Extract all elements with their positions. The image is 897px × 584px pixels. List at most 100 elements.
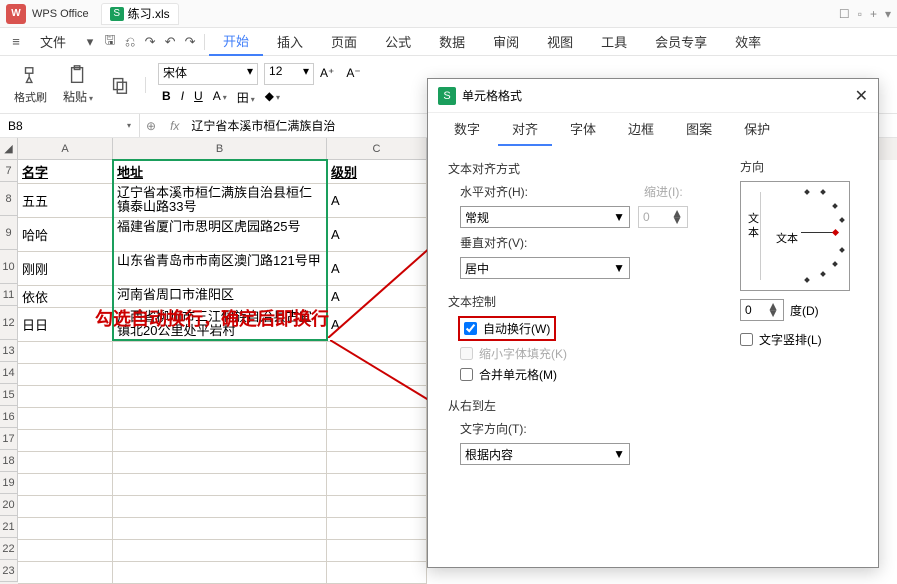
menu-data[interactable]: 数据 (425, 28, 479, 56)
italic-button[interactable]: I (181, 89, 184, 106)
row-header[interactable]: 20 (0, 494, 18, 516)
cell[interactable] (113, 430, 327, 452)
cell[interactable]: 辽宁省本溪市桓仁满族自治县桓仁镇泰山路33号 (113, 184, 327, 218)
cell[interactable] (113, 540, 327, 562)
decrease-font-button[interactable]: A⁻ (340, 63, 366, 85)
format-painter-button[interactable]: 格式刷 (8, 60, 53, 110)
degree-spinner[interactable]: 0▲▼ (740, 299, 784, 321)
tab-menu-icon[interactable]: ☐ (839, 7, 850, 21)
cell[interactable] (113, 342, 327, 364)
cell[interactable] (327, 518, 427, 540)
cell[interactable]: A (327, 218, 427, 252)
tab-more-icon[interactable]: ▾ (885, 7, 891, 21)
tab-dropdown-icon[interactable]: ▫ (858, 7, 862, 21)
bold-button[interactable]: B (162, 89, 171, 106)
col-header-A[interactable]: A (18, 138, 113, 160)
tab-pattern[interactable]: 图案 (672, 113, 726, 146)
row-header[interactable]: 21 (0, 516, 18, 538)
v-align-select[interactable]: 居中▼ (460, 257, 630, 279)
cell[interactable]: A (327, 252, 427, 286)
vertical-text-checkbox[interactable] (740, 333, 753, 346)
direction-preview[interactable]: 文本 文本 (740, 181, 850, 291)
cell[interactable] (18, 562, 113, 584)
menu-toggle-icon[interactable]: ≡ (6, 32, 26, 52)
row-header[interactable]: 16 (0, 406, 18, 428)
col-header-B[interactable]: B (113, 138, 327, 160)
add-tab-icon[interactable]: + (870, 7, 877, 21)
cell[interactable]: 山东省青岛市市南区澳门路121号甲 (113, 252, 327, 286)
tab-font[interactable]: 字体 (556, 113, 610, 146)
tab-number[interactable]: 数字 (440, 113, 494, 146)
cell[interactable]: 哈哈 (18, 218, 113, 252)
cell[interactable] (18, 496, 113, 518)
row-header[interactable]: 22 (0, 538, 18, 560)
cell[interactable] (327, 342, 427, 364)
cell[interactable] (327, 408, 427, 430)
menu-review[interactable]: 审阅 (479, 28, 533, 56)
size-select[interactable]: 12 ▾ (264, 63, 314, 85)
forward-icon[interactable]: ↷ (140, 32, 160, 52)
menu-page[interactable]: 页面 (317, 28, 371, 56)
increase-font-button[interactable]: A⁺ (314, 63, 340, 85)
fn-insert-icon[interactable]: ⊕ (140, 119, 162, 133)
cell[interactable]: A (327, 184, 427, 218)
cell[interactable] (113, 452, 327, 474)
file-tab[interactable]: S 练习.xls (101, 3, 179, 25)
cell[interactable] (327, 364, 427, 386)
cell[interactable] (113, 474, 327, 496)
cell[interactable] (327, 540, 427, 562)
cell[interactable] (18, 364, 113, 386)
cell[interactable] (18, 430, 113, 452)
cell[interactable] (18, 540, 113, 562)
row-header[interactable]: 10 (0, 250, 18, 284)
select-all-corner[interactable]: ◢ (0, 138, 18, 160)
row-header[interactable]: 19 (0, 472, 18, 494)
tab-align[interactable]: 对齐 (498, 113, 552, 146)
merge-checkbox[interactable] (460, 368, 473, 381)
row-header[interactable]: 14 (0, 362, 18, 384)
cell[interactable]: 刚刚 (18, 252, 113, 286)
copy-button[interactable] (103, 60, 137, 110)
wrap-checkbox[interactable] (464, 322, 477, 335)
undo-icon[interactable]: ↶ (160, 32, 180, 52)
cell[interactable] (113, 386, 327, 408)
cell[interactable]: A (327, 308, 427, 342)
menu-efficiency[interactable]: 效率 (721, 28, 775, 56)
menu-member[interactable]: 会员专享 (641, 28, 721, 56)
cell[interactable]: 福建省厦门市思明区虎园路25号 (113, 218, 327, 252)
cell[interactable] (18, 386, 113, 408)
menu-file[interactable]: 文件 (26, 28, 80, 56)
menu-start[interactable]: 开始 (209, 28, 263, 56)
cell[interactable] (113, 364, 327, 386)
row-header[interactable]: 11 (0, 284, 18, 306)
menu-insert[interactable]: 插入 (263, 28, 317, 56)
row-header[interactable]: 13 (0, 340, 18, 362)
menu-tool[interactable]: 工具 (587, 28, 641, 56)
menu-dropdown-icon[interactable]: ▾ (80, 32, 100, 52)
cell[interactable] (327, 452, 427, 474)
cell[interactable] (18, 342, 113, 364)
close-icon[interactable]: ✕ (855, 86, 868, 106)
row-header[interactable]: 12 (0, 306, 18, 340)
row-header[interactable]: 17 (0, 428, 18, 450)
back-icon[interactable]: ⎌ (120, 32, 140, 52)
cell[interactable] (18, 452, 113, 474)
cell[interactable] (18, 518, 113, 540)
save-icon[interactable]: 🖫 (100, 32, 120, 52)
tab-protect[interactable]: 保护 (730, 113, 784, 146)
header-level[interactable]: 级别 (327, 160, 427, 184)
cell[interactable] (18, 408, 113, 430)
cell[interactable] (113, 408, 327, 430)
text-dir-select[interactable]: 根据内容▼ (460, 443, 630, 465)
cell[interactable] (113, 496, 327, 518)
cell[interactable] (327, 562, 427, 584)
header-name[interactable]: 名字 (18, 160, 113, 184)
header-address[interactable]: 地址 (113, 160, 327, 184)
cell-name-box[interactable]: B8▾ (0, 114, 140, 137)
cell[interactable] (327, 430, 427, 452)
menu-view[interactable]: 视图 (533, 28, 587, 56)
row-header[interactable]: 18 (0, 450, 18, 472)
cell[interactable]: A (327, 286, 427, 308)
menu-formula[interactable]: 公式 (371, 28, 425, 56)
cell[interactable] (113, 518, 327, 540)
